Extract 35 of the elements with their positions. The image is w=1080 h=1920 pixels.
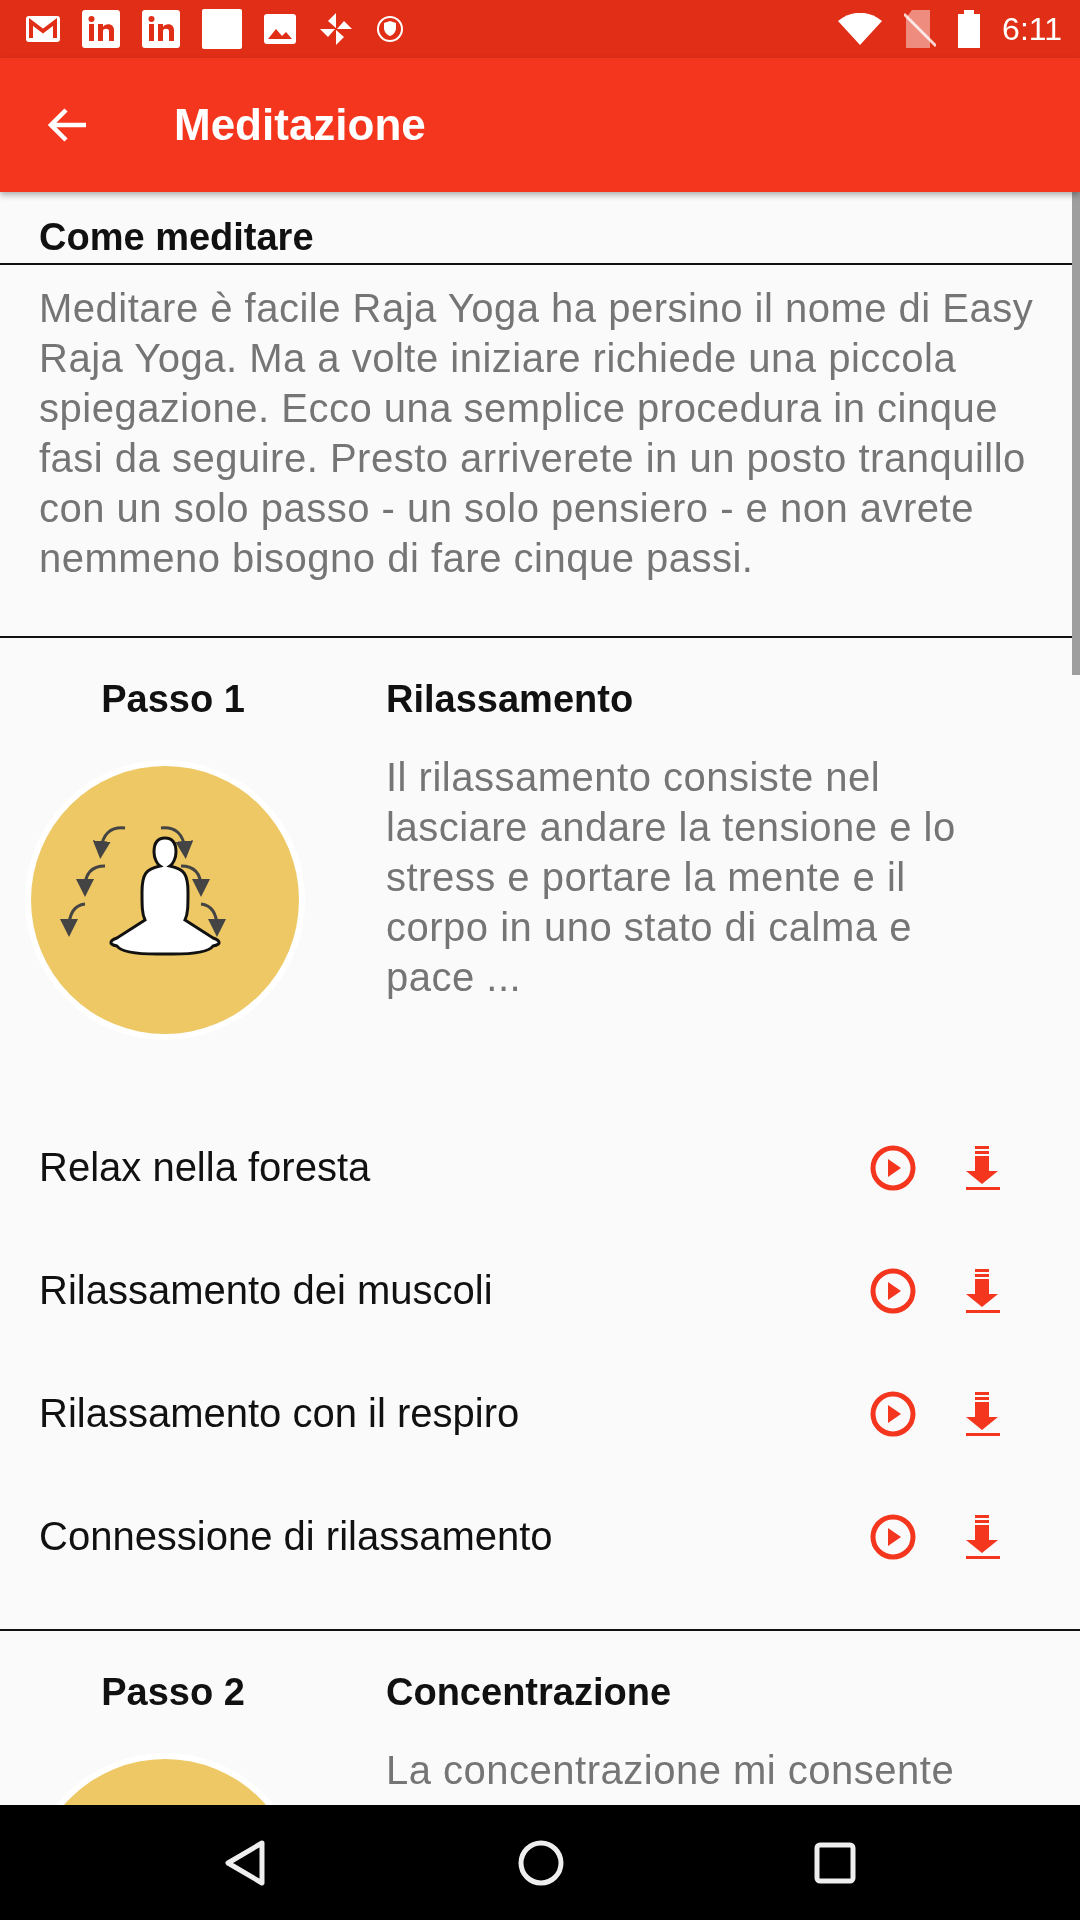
track-title: Rilassamento con il respiro xyxy=(39,1391,521,1436)
wifi-icon xyxy=(838,13,883,45)
play-icon[interactable] xyxy=(870,1390,916,1437)
download-icon[interactable] xyxy=(966,1391,1000,1436)
play-icon[interactable] xyxy=(870,1513,916,1560)
download-icon[interactable] xyxy=(966,1268,1000,1313)
clock-time: 6:11 xyxy=(1002,10,1062,48)
play-icon[interactable] xyxy=(870,1267,916,1314)
step-description: Il rilassamento consiste nel lasciare andare la tensione e lo stress e portare la mente e il corpo in uno stato di calma e pace ... xyxy=(386,754,957,1001)
linkedin-icon xyxy=(82,10,120,48)
track-title: Rilassamento dei muscoli xyxy=(39,1268,494,1313)
step-label: Passo 1 xyxy=(101,678,245,722)
play-icon[interactable] xyxy=(870,1144,916,1191)
battery-icon xyxy=(958,10,981,48)
pinwheel-icon xyxy=(318,11,354,47)
screen-title: Meditazione xyxy=(174,100,426,150)
section-heading: Come meditare xyxy=(38,215,315,260)
step-title: Concentrazione xyxy=(386,1671,673,1715)
track-title: Connessione di rilassamento xyxy=(39,1514,554,1559)
linkedin-icon xyxy=(142,10,180,48)
back-arrow-icon xyxy=(48,107,88,143)
step-label: Passo 2 xyxy=(101,1671,245,1715)
step-description: La concentrazione mi consente xyxy=(386,1747,956,1794)
square-icon xyxy=(202,9,242,49)
intro-paragraph: Meditare è facile Raja Yoga ha persino il nome di Easy Raja Yoga. Ma a volte iniziare richiede una piccola spiegazione. Ecco una semplice procedura in cinque fasi da seguire. Presto arriverete in un posto tranquillo con un solo passo - un solo pensiero - e non avrete nemmeno bisogno di fare cinque passi. xyxy=(38,285,1035,582)
shield-icon xyxy=(376,15,404,43)
recents-nav-icon[interactable] xyxy=(813,1841,856,1884)
step-title: Rilassamento xyxy=(386,678,635,722)
no-sim-icon xyxy=(904,10,937,48)
download-icon[interactable] xyxy=(966,1145,1000,1190)
home-nav-icon[interactable] xyxy=(517,1838,565,1887)
mail-icon xyxy=(26,16,60,42)
download-icon[interactable] xyxy=(966,1514,1000,1559)
image-icon xyxy=(264,14,296,44)
track-title: Relax nella foresta xyxy=(39,1145,372,1190)
